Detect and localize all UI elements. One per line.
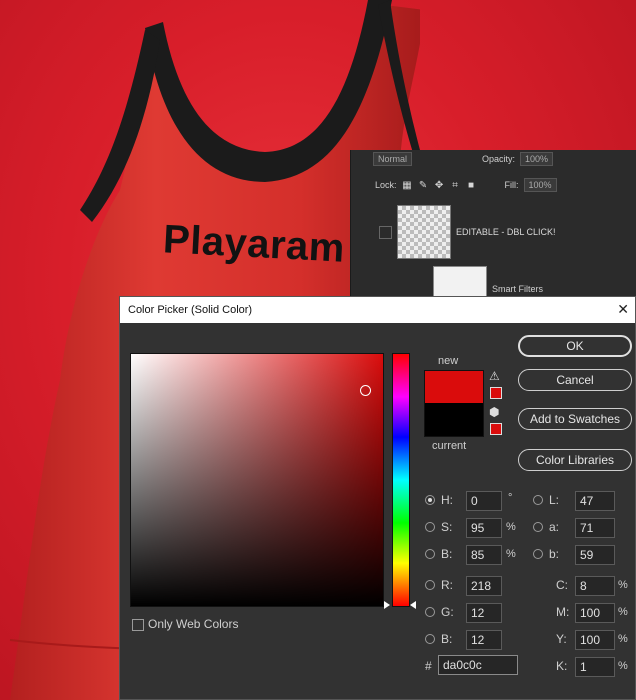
label-black: K: [556, 659, 568, 673]
input-magenta[interactable]: 100 [575, 603, 615, 623]
opacity-input[interactable]: 100% [520, 152, 554, 166]
saturation-brightness-field[interactable] [130, 353, 384, 607]
label-b: b: [549, 547, 560, 561]
radio-brightness[interactable] [425, 549, 435, 559]
input-blue[interactable]: 12 [466, 630, 502, 650]
lock-brush-icon[interactable]: ✎ [418, 180, 429, 191]
sublayer-name[interactable]: Smart Filters [492, 284, 543, 294]
label-red: R: [441, 578, 453, 592]
radio-green[interactable] [425, 607, 435, 617]
radio-red[interactable] [425, 580, 435, 590]
layer-row[interactable]: EDITABLE - DBL CLICK! [379, 205, 556, 259]
only-web-colors-label: Only Web Colors [148, 617, 239, 631]
opacity-label: Opacity: [482, 154, 516, 164]
input-brightness[interactable]: 85 [466, 545, 502, 565]
lock-move-icon[interactable]: ✥ [434, 180, 445, 191]
input-red[interactable]: 218 [466, 576, 502, 596]
dialog-titlebar[interactable]: Color Picker (Solid Color) ✕ [120, 297, 635, 323]
only-web-colors-checkbox[interactable] [132, 619, 144, 631]
shirt-brand-text: Playaram [161, 217, 346, 271]
ok-button[interactable]: OK [518, 335, 632, 357]
label-hue: H: [441, 493, 453, 507]
lock-label: Lock: [375, 180, 397, 190]
input-cyan[interactable]: 8 [575, 576, 615, 596]
radio-saturation[interactable] [425, 522, 435, 532]
current-color-swatch[interactable] [424, 403, 484, 437]
unit-percent: % [618, 606, 628, 618]
hue-slider[interactable] [392, 353, 410, 607]
web-safe-cube-icon[interactable]: ⬢ [489, 405, 499, 419]
fill-input[interactable]: 100% [523, 178, 557, 192]
unit-percent: % [506, 521, 516, 533]
input-green[interactable]: 12 [466, 603, 502, 623]
label-green: G: [441, 605, 454, 619]
color-field-cursor[interactable] [360, 385, 371, 396]
dialog-title: Color Picker (Solid Color) [128, 304, 253, 316]
input-lightness[interactable]: 47 [575, 491, 615, 511]
sublayer-row[interactable]: Smart Filters [433, 266, 543, 298]
label-saturation: S: [441, 520, 453, 534]
input-black[interactable]: 1 [575, 657, 615, 677]
new-color-swatch [424, 370, 484, 405]
unit-percent: % [618, 660, 628, 672]
radio-a[interactable] [533, 522, 543, 532]
label-hex: # [425, 659, 432, 673]
color-picker-dialog: Color Picker (Solid Color) ✕ new current… [119, 296, 636, 700]
lock-row: Lock: ▦ ✎ ✥ ⌗ ■ Fill: 100% [375, 178, 557, 192]
layer-thumbnail [397, 205, 451, 259]
input-saturation[interactable]: 95 [466, 518, 502, 538]
layer-name[interactable]: EDITABLE - DBL CLICK! [456, 227, 556, 237]
hue-slider-handle-right[interactable] [410, 601, 416, 609]
color-libraries-button[interactable]: Color Libraries [518, 449, 632, 471]
radio-lightness[interactable] [533, 495, 543, 505]
blend-mode-select[interactable]: Normal [373, 152, 413, 166]
current-label: current [432, 440, 467, 452]
input-hue[interactable]: 0 [466, 491, 502, 511]
label-blue: B: [441, 632, 453, 646]
smart-filter-thumbnail [433, 266, 487, 298]
radio-blue[interactable] [425, 634, 435, 644]
visibility-icon[interactable] [379, 225, 392, 239]
hue-slider-handle-left[interactable] [384, 601, 390, 609]
unit-percent: % [618, 579, 628, 591]
lock-all-icon[interactable]: ■ [466, 180, 477, 191]
label-brightness: B: [441, 547, 453, 561]
label-lightness: L: [549, 493, 560, 507]
web-safe-color-swatch[interactable] [490, 423, 502, 435]
label-cyan: C: [556, 578, 568, 592]
input-hex[interactable]: da0c0c [438, 655, 518, 675]
label-magenta: M: [556, 605, 570, 619]
lock-transparent-icon[interactable]: ▦ [402, 180, 413, 191]
cancel-button[interactable]: Cancel [518, 369, 632, 391]
input-b[interactable]: 59 [575, 545, 615, 565]
blend-row: Normal Opacity: 100% [373, 152, 554, 166]
unit-degree: ° [508, 492, 513, 504]
radio-b[interactable] [533, 549, 543, 559]
new-label: new [438, 355, 459, 367]
lock-artboard-icon[interactable]: ⌗ [450, 180, 461, 191]
unit-percent: % [506, 548, 516, 560]
label-yellow: Y: [556, 632, 567, 646]
unit-percent: % [618, 633, 628, 645]
layers-panel: Normal Opacity: 100% Lock: ▦ ✎ ✥ ⌗ ■ Fil… [350, 150, 636, 310]
close-icon[interactable]: ✕ [617, 301, 629, 318]
add-to-swatches-button[interactable]: Add to Swatches [518, 408, 632, 430]
fill-label: Fill: [504, 180, 519, 190]
input-yellow[interactable]: 100 [575, 630, 615, 650]
radio-hue[interactable] [425, 495, 435, 505]
label-a: a: [549, 520, 560, 534]
gamut-color-swatch[interactable] [490, 387, 502, 399]
input-a[interactable]: 71 [575, 518, 615, 538]
out-of-gamut-warning-icon[interactable]: ⚠ [489, 369, 500, 383]
